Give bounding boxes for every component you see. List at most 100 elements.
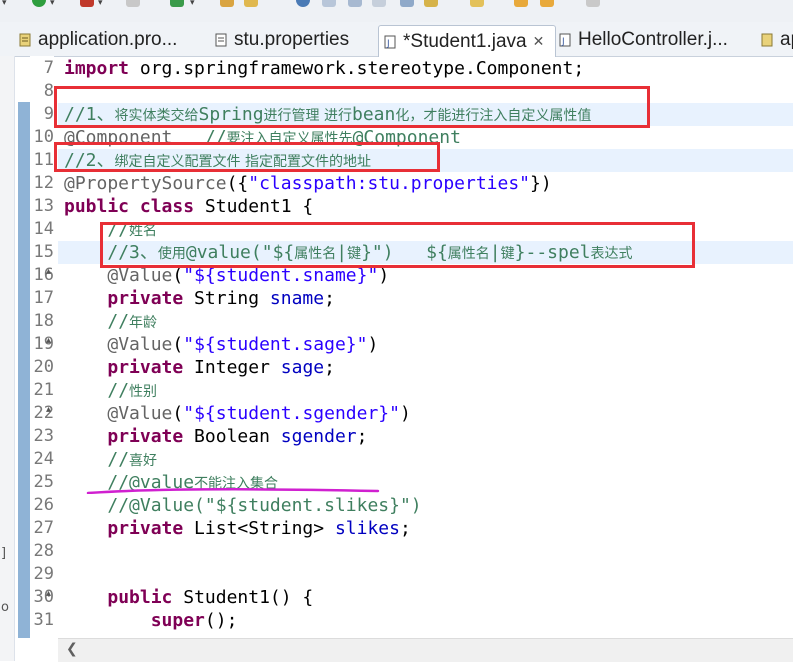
- fold-toggle-icon[interactable]: ▴: [46, 266, 51, 277]
- comment-text: 性别: [129, 384, 158, 400]
- tab-hellocontroller-java[interactable]: J HelloController.j...: [558, 26, 748, 54]
- line-number: 14: [33, 219, 54, 239]
- field-name: slikes: [334, 518, 400, 539]
- code-text: Boolean: [183, 426, 281, 447]
- code-line-12[interactable]: @PropertySource({"classpath:stu.properti…: [64, 172, 552, 195]
- back-icon[interactable]: [514, 0, 528, 7]
- chevron-down-icon[interactable]: ▾: [50, 0, 55, 8]
- code-line-17[interactable]: private String sname;: [64, 287, 335, 310]
- next-annotation-icon[interactable]: [424, 0, 438, 7]
- toolbar: ▾ ▾ ▾ ▾: [0, 0, 793, 23]
- annotation-icon[interactable]: [400, 0, 414, 7]
- tab-label: ap: [780, 29, 793, 50]
- keyword: super: [150, 610, 205, 631]
- code-line-31[interactable]: super();: [64, 609, 238, 632]
- chevron-down-icon[interactable]: ▾: [98, 0, 103, 8]
- panel-glyph-icon: o: [1, 600, 9, 615]
- java-file-icon: J: [384, 35, 396, 49]
- tab-application-properties[interactable]: application.pro...: [18, 26, 194, 54]
- code-line-21[interactable]: //性别: [64, 379, 157, 402]
- code-text: ();: [204, 610, 238, 631]
- launch-icon[interactable]: [170, 0, 184, 7]
- tab-label: *Student1.java: [403, 30, 527, 52]
- code-text: List<String>: [183, 518, 335, 539]
- code-line-7[interactable]: import org.springframework.stereotype.Co…: [64, 57, 584, 80]
- line-number: 12: [33, 173, 54, 193]
- properties-file-icon: [761, 33, 773, 47]
- line-number: 7: [43, 58, 54, 78]
- tab-stu-properties[interactable]: stu.properties: [214, 26, 372, 54]
- code-text: ;: [324, 357, 335, 378]
- code-line-26[interactable]: //@Value("${student.slikes}"): [64, 494, 421, 517]
- code-text: ): [378, 265, 390, 286]
- code-text: ;: [356, 426, 368, 447]
- compare-icon[interactable]: [372, 0, 386, 7]
- stop-icon[interactable]: [126, 0, 140, 7]
- code-text: ({: [226, 173, 249, 194]
- java-file-icon: J: [559, 33, 571, 47]
- line-number: 21: [33, 380, 54, 400]
- close-icon[interactable]: ✕: [533, 33, 545, 50]
- line-number: 8: [43, 81, 54, 101]
- code-text: (: [172, 403, 184, 424]
- keyword: public: [64, 196, 130, 217]
- line-number: 11: [33, 150, 54, 170]
- tab-application-properties-2[interactable]: ap: [760, 26, 793, 54]
- code-line-30[interactable]: public Student1() {: [64, 586, 313, 609]
- side-panel-edge: ] o: [0, 56, 15, 661]
- code-line-18[interactable]: //年龄: [64, 310, 157, 333]
- sync-icon[interactable]: [348, 0, 362, 7]
- svg-text:J: J: [386, 39, 390, 49]
- annotation: @Value: [107, 334, 173, 355]
- field-name: sname: [269, 288, 325, 309]
- line-number: 27: [33, 518, 54, 538]
- fold-toggle-icon[interactable]: ▴: [46, 335, 51, 346]
- string-literal: "classpath:stu.properties": [248, 173, 531, 194]
- line-number: 31: [33, 610, 54, 630]
- code-text: ): [367, 334, 379, 355]
- line-number: 17: [33, 288, 54, 308]
- code-text: org.springframework.stereotype.Component…: [129, 58, 585, 79]
- code-line-19[interactable]: @Value("${student.sage}"): [64, 333, 378, 356]
- code-text: ;: [399, 518, 411, 539]
- tab-label: HelloController.j...: [578, 29, 728, 50]
- refresh-icon[interactable]: [322, 0, 336, 7]
- debug-icon[interactable]: [80, 0, 94, 7]
- string-literal: "${student.sgender}": [183, 403, 400, 424]
- line-number: 23: [33, 426, 54, 446]
- overview-ruler: [18, 102, 30, 638]
- chevron-down-icon[interactable]: ▾: [190, 0, 195, 8]
- code-line-22[interactable]: @Value("${student.sgender}"): [64, 402, 410, 425]
- pin-icon[interactable]: [586, 0, 600, 7]
- line-number: 18: [33, 311, 54, 331]
- comment-text: //: [107, 311, 130, 332]
- open-type-icon[interactable]: [220, 0, 234, 7]
- line-number: 24: [33, 449, 54, 469]
- code-text: Student1() {: [172, 587, 314, 608]
- string-literal: "${student.sage}": [183, 334, 368, 355]
- code-text: }): [530, 173, 552, 194]
- fold-toggle-icon[interactable]: ▴: [46, 404, 51, 415]
- globe-icon[interactable]: [296, 0, 310, 7]
- tab-student1-java[interactable]: J *Student1.java ✕: [378, 25, 556, 57]
- search-icon[interactable]: [244, 0, 258, 7]
- code-line-20[interactable]: private Integer sage;: [64, 356, 335, 379]
- code-line-24[interactable]: //喜好: [64, 448, 157, 471]
- highlight-box-comment-3: [100, 222, 695, 268]
- properties-file-icon: [215, 33, 227, 47]
- code-line-27[interactable]: private List<String> slikes;: [64, 517, 411, 540]
- horizontal-scrollbar[interactable]: ❮: [58, 638, 793, 662]
- properties-file-icon: [19, 33, 31, 47]
- line-number: 15: [33, 242, 54, 262]
- fold-toggle-icon[interactable]: ▴: [46, 588, 51, 599]
- keyword: private: [107, 426, 184, 447]
- run-icon[interactable]: [32, 0, 46, 7]
- code-line-23[interactable]: private Boolean sgender;: [64, 425, 367, 448]
- scroll-left-icon[interactable]: ❮: [66, 641, 78, 657]
- line-number: 10: [33, 127, 54, 147]
- chevron-down-icon[interactable]: ▾: [2, 0, 7, 8]
- code-line-13[interactable]: public class Student1 {: [64, 195, 313, 218]
- prev-edit-icon[interactable]: [470, 0, 484, 7]
- line-number: 13: [33, 196, 54, 216]
- forward-icon[interactable]: [540, 0, 554, 7]
